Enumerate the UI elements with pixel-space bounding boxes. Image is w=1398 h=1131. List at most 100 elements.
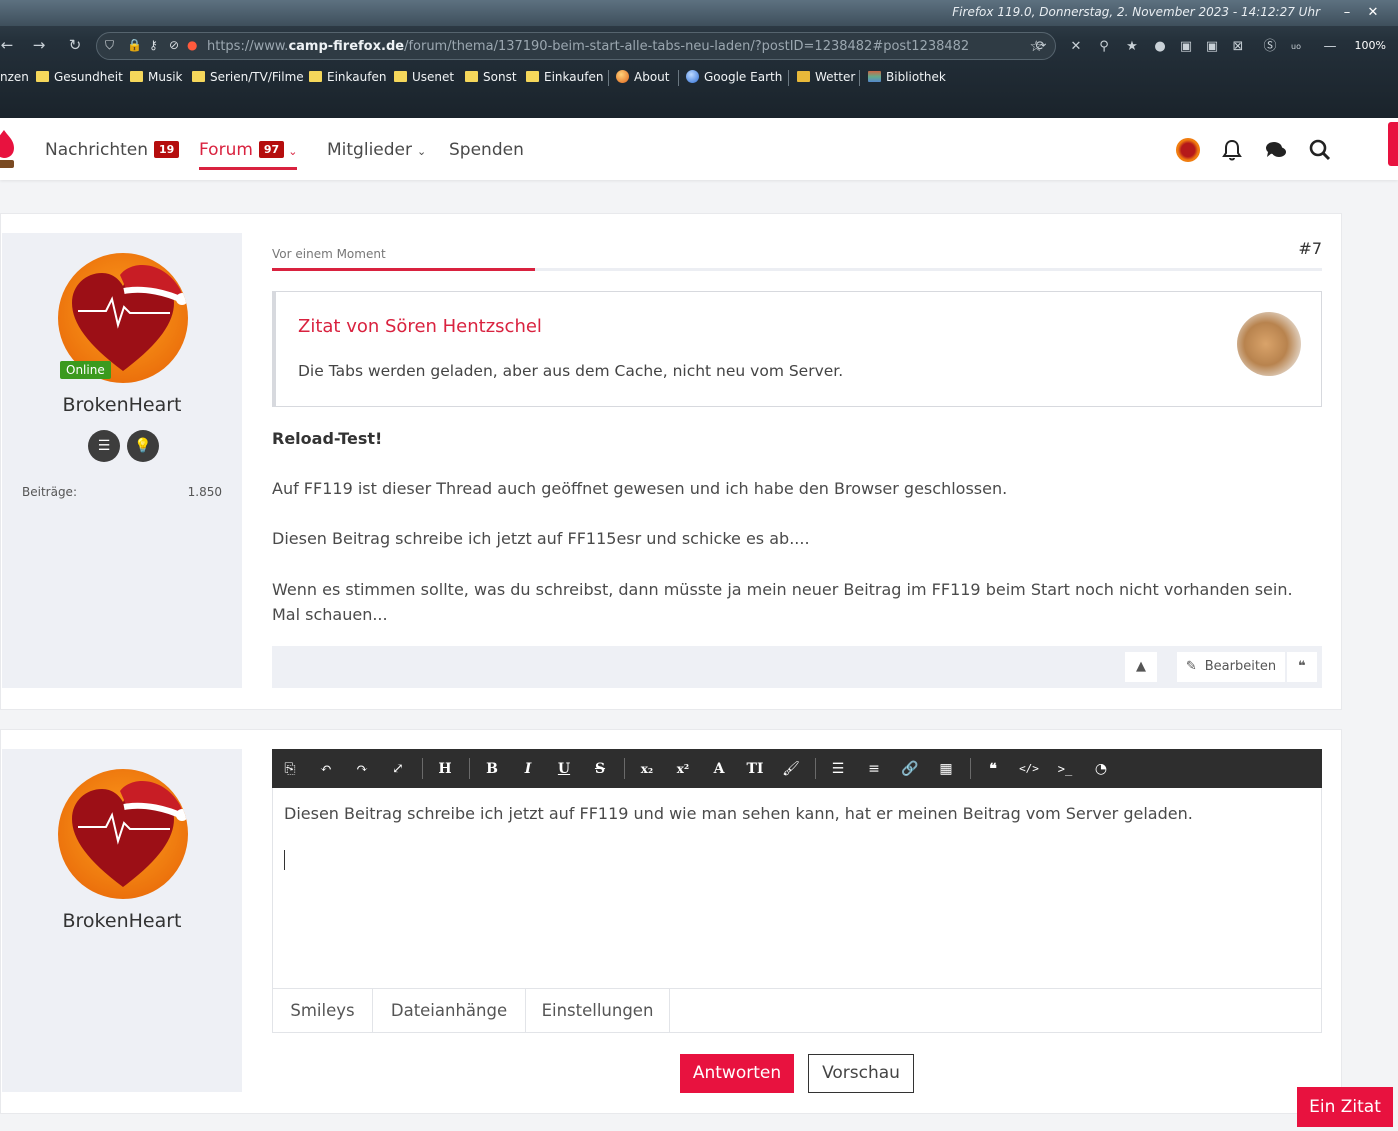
chevron-down-icon: ⌄ (288, 145, 298, 158)
key-icon[interactable]: ⚲ (1095, 38, 1113, 56)
url-bar[interactable]: ⛉ 🔒 ⚷ ⊘ ● https://www.camp-firefox.de/fo… (96, 32, 1056, 60)
permissions-icon[interactable]: ⚷ (149, 38, 158, 52)
bookmark-item[interactable]: Musik (130, 70, 183, 84)
extension-image-icon[interactable]: ▣ (1203, 38, 1221, 56)
bell-icon[interactable] (1220, 138, 1244, 162)
bookmark-item[interactable]: Usenet (394, 70, 454, 84)
bookmark-item[interactable]: Einkaufen (309, 70, 386, 84)
back-icon[interactable]: ← (0, 32, 20, 58)
post-paragraph: Diesen Beitrag schreibe ich jetzt auf FF… (272, 529, 810, 548)
bookmark-item[interactable]: Serien/TV/Filme (192, 70, 304, 84)
window-title: Firefox 119.0, Donnerstag, 2. November 2… (952, 5, 1320, 19)
undo-icon[interactable]: ↶ (316, 759, 336, 779)
tab-settings[interactable]: Einstellungen (526, 989, 670, 1033)
list-icon[interactable]: ☰ (828, 759, 848, 779)
extension-dot-icon[interactable]: ● (1151, 38, 1169, 56)
floating-quote-button[interactable]: Ein Zitat (1297, 1087, 1393, 1127)
font-color-icon[interactable]: A (709, 759, 729, 779)
italic-icon[interactable]: I (518, 759, 538, 779)
minimize-icon[interactable]: – (1338, 4, 1356, 22)
post-time[interactable]: Vor einem Moment (272, 247, 386, 261)
stats-label: Beiträge: (22, 485, 77, 499)
fullscreen-icon[interactable]: ⤢ (388, 759, 408, 779)
lock-icon[interactable]: 🔒 (127, 38, 142, 52)
bold-icon[interactable]: B (482, 759, 502, 779)
bookmarks-star-icon[interactable]: ★ (1123, 38, 1141, 56)
zoom-level[interactable]: 100% (1355, 39, 1386, 52)
bookmark-item[interactable]: About (616, 70, 669, 84)
bookmark-item[interactable]: Sonst (465, 70, 517, 84)
tab-smileys[interactable]: Smileys (273, 989, 373, 1033)
firefox-icon (616, 70, 629, 83)
forward-icon[interactable]: → (26, 32, 52, 58)
close-window-icon[interactable]: ✕ (1364, 4, 1382, 22)
reply-author-name[interactable]: BrokenHeart (2, 910, 242, 932)
table-icon[interactable]: ▦ (936, 759, 956, 779)
preview-button[interactable]: Vorschau (808, 1054, 914, 1093)
search-icon[interactable] (1308, 138, 1332, 162)
stats-value[interactable]: 1.850 (188, 485, 222, 499)
ublock-icon[interactable]: uo (1287, 38, 1305, 56)
user-avatar[interactable] (1176, 138, 1200, 162)
link-icon[interactable]: 🔗 (900, 759, 920, 779)
avatar[interactable] (58, 769, 188, 899)
bookmark-item[interactable]: Google Earth (686, 70, 782, 84)
bookmark-item[interactable]: Gesundheit (36, 70, 123, 84)
align-icon[interactable]: ≡ (864, 759, 884, 779)
lightbulb-icon[interactable]: 💡 (127, 430, 159, 462)
conversations-icon[interactable] (1264, 138, 1288, 162)
post-author-name[interactable]: BrokenHeart (2, 394, 242, 416)
posts-list-icon[interactable]: ☰ (88, 430, 120, 462)
editor-text-area[interactable]: Diesen Beitrag schreibe ich jetzt auf FF… (272, 788, 1322, 988)
folder-icon (36, 71, 49, 82)
reload-icon[interactable]: ↻ (62, 32, 88, 58)
quote-icon[interactable]: ❝ (983, 759, 1003, 779)
bookmark-item[interactable]: Wetter (797, 70, 855, 84)
redo-icon[interactable]: ↷ (352, 759, 372, 779)
nav-spenden[interactable]: Spenden (449, 140, 524, 160)
subscript-icon[interactable]: x₂ (637, 759, 657, 779)
editor-content[interactable]: Diesen Beitrag schreibe ich jetzt auf FF… (284, 804, 1193, 823)
chevron-down-icon: ⌄ (417, 145, 427, 158)
nav-mitglieder[interactable]: Mitglieder ⌄ (327, 140, 426, 160)
edit-button[interactable]: ✎ Bearbeiten (1177, 652, 1285, 682)
nav-nachrichten[interactable]: Nachrichten 19 (45, 140, 180, 160)
bookmark-separator (678, 70, 679, 86)
quote-icon[interactable]: ❝ (1287, 652, 1317, 682)
folder-icon (192, 71, 205, 82)
quote-author-avatar[interactable] (1237, 312, 1301, 376)
superscript-icon[interactable]: x² (673, 759, 693, 779)
tools-icon[interactable]: ✕ (1067, 38, 1085, 56)
heading-icon[interactable]: H (435, 759, 455, 779)
source-icon[interactable]: ⎘ (280, 759, 300, 779)
url-text[interactable]: https://www.camp-firefox.de/forum/thema/… (207, 39, 969, 54)
site-logo-icon[interactable] (0, 126, 16, 170)
bookmark-label: Serien/TV/Filme (210, 70, 304, 84)
zoom-out-icon[interactable]: — (1321, 38, 1339, 56)
reply-user-panel: BrokenHeart (2, 749, 242, 1092)
brush-icon[interactable]: 🖌 (781, 759, 801, 779)
sync-icon[interactable]: ⟳ (1032, 38, 1050, 56)
shield-icon[interactable]: ⛉ (105, 38, 114, 53)
code-icon[interactable]: </> (1019, 759, 1039, 779)
post-number[interactable]: #7 (1298, 239, 1322, 258)
extension-box-icon[interactable]: ⊠ (1229, 38, 1247, 56)
toolbar-separator (422, 758, 423, 779)
strikethrough-icon[interactable]: S (590, 759, 610, 779)
tracking-icon[interactable]: ⊘ (169, 38, 179, 52)
nav-forum[interactable]: Forum 97 ⌄ (199, 140, 298, 170)
font-size-icon[interactable]: TI (745, 759, 765, 779)
submit-reply-button[interactable]: Antworten (680, 1054, 794, 1093)
bookmark-item[interactable]: Bibliothek (868, 70, 946, 84)
bookmark-item[interactable]: nzen (0, 70, 29, 84)
bookmark-item[interactable]: Einkaufen (526, 70, 603, 84)
inline-code-icon[interactable]: >_ (1055, 759, 1075, 779)
underline-icon[interactable]: U (554, 759, 574, 779)
spoiler-icon[interactable]: ◔ (1091, 759, 1111, 779)
report-icon[interactable]: ▲ (1125, 652, 1157, 682)
tab-attachments[interactable]: Dateianhänge (373, 989, 526, 1033)
extension-folder-icon[interactable]: ▣ (1177, 38, 1195, 56)
quote-title[interactable]: Zitat von Sören Hentzschel (298, 316, 542, 337)
extension-s-icon[interactable]: Ⓢ (1261, 38, 1279, 56)
bookmark-label: Usenet (412, 70, 455, 84)
